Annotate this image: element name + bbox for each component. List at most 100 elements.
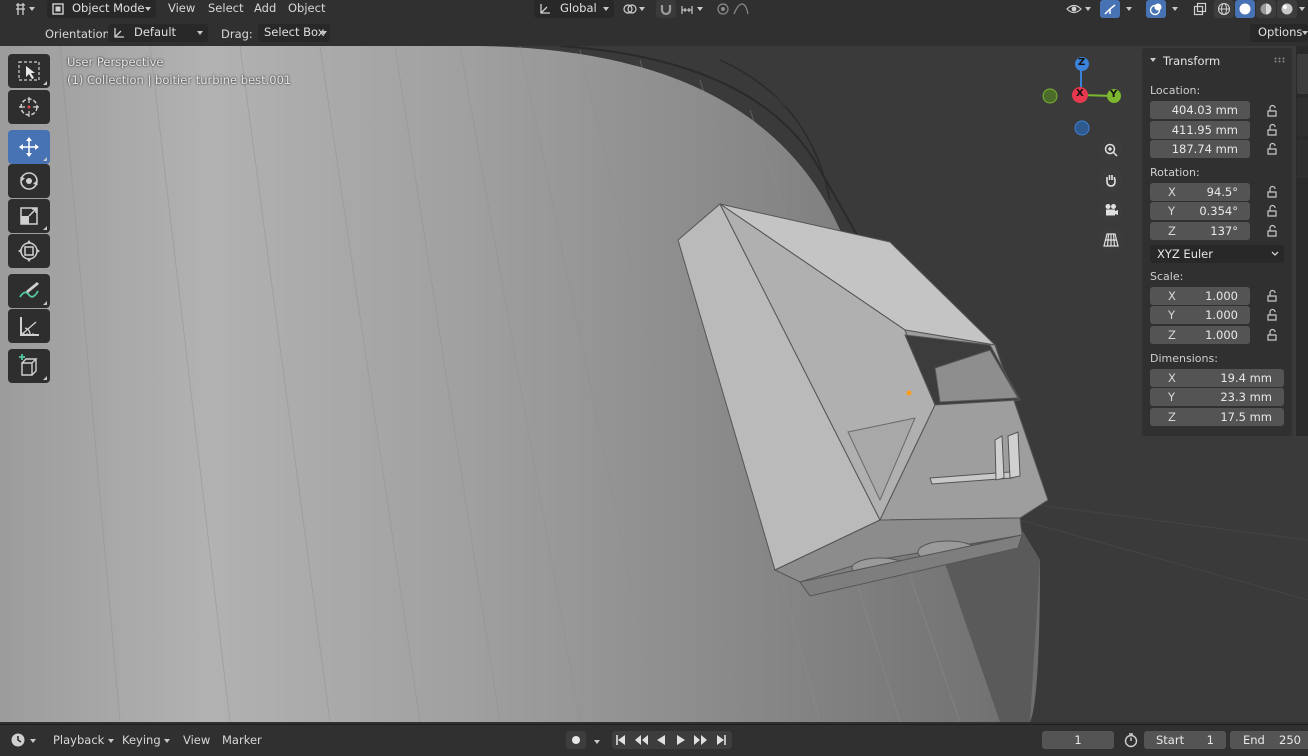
pivot-point-dropdown[interactable]	[620, 0, 650, 18]
rotation-x-field[interactable]: X 94.5°	[1150, 183, 1250, 201]
pan-button[interactable]	[1099, 168, 1123, 192]
sidebar-tabs	[1296, 46, 1308, 436]
shading-wireframe[interactable]	[1214, 0, 1234, 18]
rotation-z-field[interactable]: Z 137°	[1150, 222, 1250, 240]
lock-icon[interactable]	[1265, 289, 1279, 303]
marker-menu[interactable]: Marker	[222, 732, 262, 750]
auto-keying-toggle[interactable]	[566, 731, 586, 749]
drag-dropdown[interactable]: Select Box	[258, 24, 330, 42]
dimensions-z-field[interactable]: Z 17.5 mm	[1150, 408, 1284, 426]
jump-end-icon[interactable]	[712, 731, 730, 749]
3d-viewport[interactable]: User Perspective (1) Collection | boitie…	[0, 46, 1308, 722]
lock-icon[interactable]	[1265, 328, 1279, 342]
lock-icon[interactable]	[1265, 224, 1279, 238]
menu-add[interactable]: Add	[254, 0, 276, 20]
play-reverse-icon[interactable]	[652, 731, 670, 749]
playback-menu[interactable]: Playback	[53, 732, 114, 750]
annotate-pen-icon	[19, 282, 39, 298]
timeline-editor-type-button[interactable]	[8, 731, 40, 749]
overlays-dropdown[interactable]	[1167, 0, 1183, 18]
shading-material[interactable]	[1256, 0, 1276, 18]
lock-icon[interactable]	[1265, 308, 1279, 322]
end-frame-field[interactable]: End 250	[1230, 731, 1308, 749]
orientation-label: Orientation:	[45, 27, 114, 41]
gizmo-dropdown[interactable]	[1121, 0, 1137, 18]
tab-tool[interactable]	[1297, 98, 1308, 136]
zoom-button[interactable]	[1099, 138, 1123, 162]
location-z-field[interactable]: 187.74 mm	[1150, 140, 1250, 158]
location-x-field[interactable]: 404.03 mm	[1150, 101, 1250, 119]
editor-type-button[interactable]	[10, 0, 40, 18]
rotation-y-field[interactable]: Y 0.354°	[1150, 202, 1250, 220]
tab-item[interactable]	[1297, 54, 1308, 94]
tool-annotate[interactable]	[8, 274, 50, 308]
start-frame-field[interactable]: Start 1	[1144, 731, 1226, 749]
lock-icon[interactable]	[1265, 123, 1279, 137]
lock-icon[interactable]	[1265, 142, 1279, 156]
shading-rendered[interactable]	[1277, 0, 1297, 18]
next-keyframe-icon[interactable]	[692, 731, 710, 749]
lock-icon[interactable]	[1265, 204, 1279, 218]
timeline-view-menu[interactable]: View	[183, 732, 210, 750]
material-sphere-icon	[1260, 3, 1272, 15]
shading-dropdown[interactable]	[1298, 0, 1308, 18]
gizmo-z-label: Z	[1078, 57, 1086, 68]
location-y-field[interactable]: 411.95 mm	[1150, 121, 1250, 139]
menu-select[interactable]: Select	[208, 0, 243, 20]
stopwatch-icon[interactable]	[1123, 732, 1139, 748]
tool-cursor[interactable]	[8, 90, 50, 124]
scale-y-field[interactable]: Y 1.000	[1150, 306, 1250, 324]
select-box-icon	[18, 61, 40, 81]
overlays-toggle[interactable]	[1146, 0, 1166, 18]
rotation-mode-dropdown[interactable]: XYZ Euler	[1150, 245, 1284, 263]
visibility-dropdown[interactable]	[1064, 0, 1096, 18]
play-icon[interactable]	[672, 731, 690, 749]
solid-sphere-icon	[1239, 3, 1251, 15]
options-dropdown[interactable]: Options	[1250, 24, 1308, 42]
menu-object[interactable]: Object	[288, 0, 325, 20]
proportional-editing-toggle[interactable]	[714, 0, 762, 18]
prev-keyframe-icon[interactable]	[632, 731, 650, 749]
tool-add-cube[interactable]	[8, 349, 50, 383]
snap-toggle[interactable]	[656, 0, 676, 18]
transform-orientation-dropdown[interactable]: Global	[534, 0, 614, 18]
scale-z-field[interactable]: Z 1.000	[1150, 326, 1250, 344]
move-icon	[19, 137, 39, 157]
chevron-down-icon[interactable]	[594, 740, 600, 744]
tool-select-box[interactable]	[8, 54, 50, 88]
snap-target-dropdown[interactable]	[678, 0, 708, 18]
camera-view-button[interactable]	[1099, 198, 1123, 222]
mode-dropdown[interactable]: Object Mode	[47, 0, 156, 18]
tab-view[interactable]	[1297, 140, 1308, 178]
menu-view[interactable]: View	[168, 0, 195, 20]
orientation-label: Global	[560, 1, 597, 15]
shading-solid[interactable]	[1235, 0, 1255, 18]
dimensions-y-field[interactable]: Y 23.3 mm	[1150, 388, 1284, 406]
xray-toggle[interactable]	[1190, 0, 1210, 18]
tool-move[interactable]	[8, 130, 50, 164]
chevron-down-icon	[1299, 7, 1305, 11]
dimensions-x-field[interactable]: X 19.4 mm	[1150, 369, 1284, 387]
mode-label: Object Mode	[72, 1, 145, 15]
transform-panel-header[interactable]: Transform	[1142, 48, 1292, 72]
tool-scale[interactable]	[8, 199, 50, 233]
dimensions-label: Dimensions:	[1150, 352, 1218, 365]
keying-menu[interactable]: Keying	[122, 732, 171, 750]
chevron-down-icon	[197, 31, 203, 35]
tool-measure[interactable]	[8, 309, 50, 343]
gizmo-toggle[interactable]	[1100, 0, 1120, 18]
jump-start-icon[interactable]	[612, 731, 630, 749]
tool-rotate[interactable]	[8, 164, 50, 198]
lock-icon[interactable]	[1265, 185, 1279, 199]
chevron-down-icon	[1302, 31, 1308, 35]
record-icon	[572, 736, 580, 744]
projection-toggle-button[interactable]	[1099, 228, 1123, 252]
tool-transform[interactable]	[8, 234, 50, 268]
lock-icon[interactable]	[1265, 104, 1279, 118]
drag-handle-icon[interactable]	[1274, 57, 1286, 63]
scale-x-field[interactable]: X 1.000	[1150, 287, 1250, 305]
orientation-dropdown[interactable]: Default	[108, 24, 208, 42]
drag-label: Drag:	[221, 27, 253, 41]
gizmo-x-label: X	[1076, 88, 1084, 99]
current-frame-field[interactable]: 1	[1042, 731, 1114, 749]
